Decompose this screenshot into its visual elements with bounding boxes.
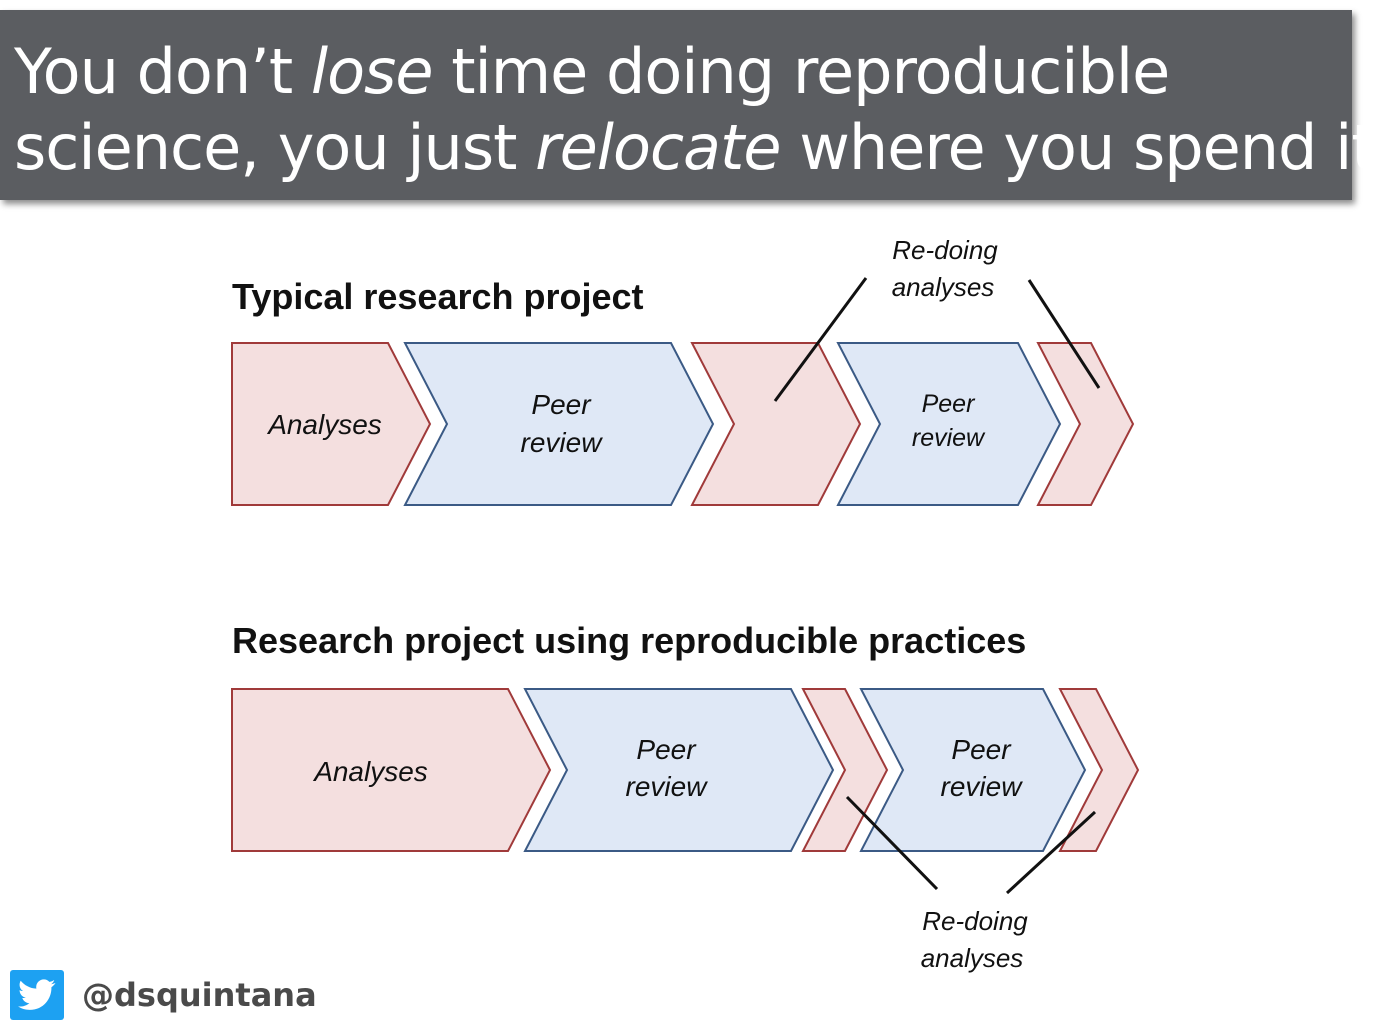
typical-annotation-line1: Re-doing — [892, 235, 998, 265]
typical-analyses-label: Analyses — [266, 409, 382, 440]
typical-redo-analyses-step-1 — [690, 342, 862, 506]
typical-annotation-line2: analyses — [892, 272, 995, 302]
reproducible-annotation-line1: Re-doing — [922, 906, 1028, 936]
handle-label[interactable]: @dsquintana — [82, 976, 317, 1014]
reproducible-peer-review-step-1 — [523, 688, 835, 852]
reproducible-analyses-label: Analyses — [312, 756, 428, 787]
reproducible-annotation-line2: analyses — [921, 943, 1024, 973]
reproducible-peer-review-1-line2: review — [626, 771, 709, 802]
typical-peer-review-1-line2: review — [521, 427, 604, 458]
twitter-bird-icon — [10, 970, 64, 1020]
typical-peer-review-2-line2: review — [912, 424, 986, 452]
typical-peer-review-2-line1: Peer — [922, 390, 976, 418]
reproducible-peer-review-1-line1: Peer — [636, 734, 697, 765]
reproducible-peer-review-2-line2: review — [941, 771, 1024, 802]
reproducible-peer-review-step-2 — [859, 688, 1087, 852]
typical-peer-review-1-line1: Peer — [531, 389, 592, 420]
typical-peer-review-step-1 — [403, 342, 715, 506]
reproducible-peer-review-2-line1: Peer — [951, 734, 1012, 765]
reproducible-workflow-row: Analyses Peer review Peer review Re-doin… — [231, 688, 1140, 973]
workflow-diagram: Analyses Peer review Peer review Re-doin… — [231, 235, 1140, 973]
typical-workflow-row: Analyses Peer review Peer review Re-doin… — [231, 235, 1135, 506]
author-handle: @dsquintana — [10, 968, 317, 1022]
